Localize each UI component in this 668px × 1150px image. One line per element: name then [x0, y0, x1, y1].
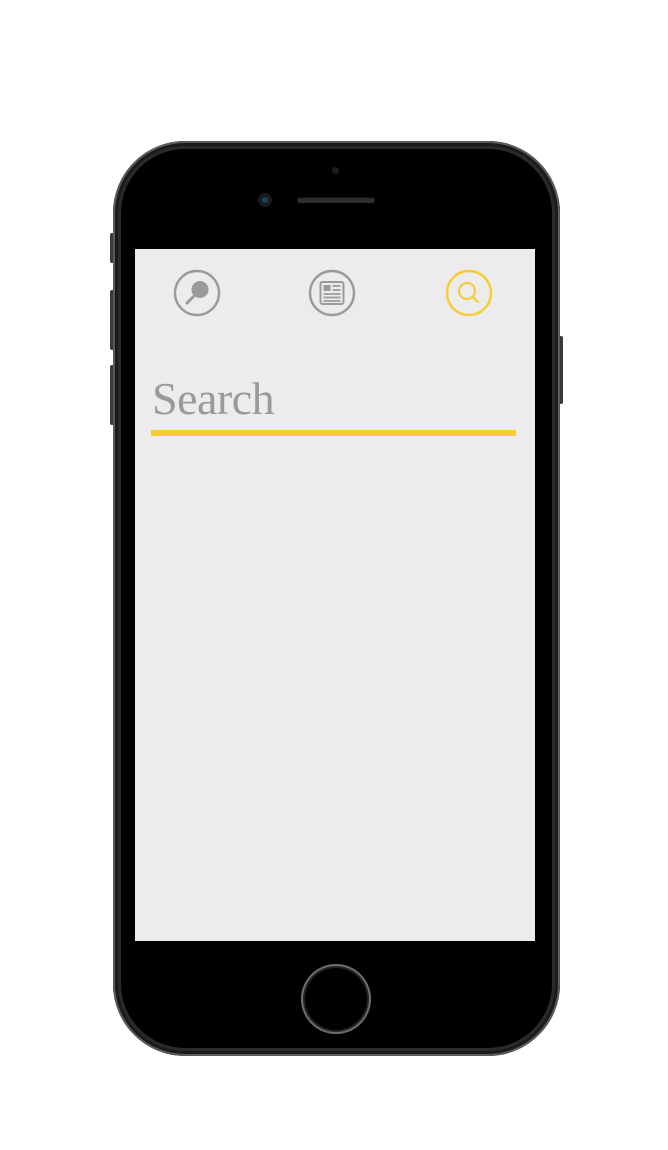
nav-search-button[interactable] — [445, 269, 493, 317]
nav-discover-button[interactable] — [173, 269, 221, 317]
home-button[interactable] — [301, 964, 371, 1034]
search-input[interactable] — [152, 369, 515, 429]
news-article-icon — [308, 269, 356, 317]
front-camera — [258, 193, 272, 207]
proximity-sensor — [332, 167, 339, 174]
device-mockup: Search — [0, 0, 668, 1150]
search-icon — [445, 269, 493, 317]
search-underline — [151, 430, 516, 436]
earpiece-speaker — [297, 197, 375, 203]
app-screen: Search — [135, 249, 535, 941]
magnifier-tilted-icon — [173, 269, 221, 317]
nav-articles-button[interactable] — [308, 269, 356, 317]
